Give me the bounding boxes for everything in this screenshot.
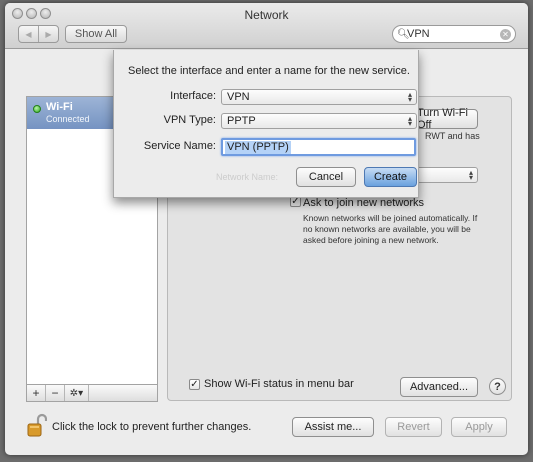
service-status: Connected — [46, 114, 90, 124]
ask-to-join-label: Ask to join new networks — [303, 197, 425, 209]
remove-service-button[interactable]: − — [46, 385, 65, 401]
show-status-label: Show Wi-Fi status in menu bar — [204, 378, 354, 390]
interface-label: Interface: — [170, 90, 216, 102]
search-field[interactable]: 🔍︎ ✕ — [392, 25, 516, 43]
vpn-type-label: VPN Type: — [163, 114, 216, 126]
popup-arrows-icon: ▴ ▾ — [407, 114, 412, 128]
vpn-type-value: PPTP — [227, 115, 256, 127]
window-title: Network — [244, 8, 289, 22]
create-button[interactable]: Create — [364, 167, 417, 187]
popup-arrows-icon: ▴ ▾ — [407, 90, 412, 104]
service-list-toolbar: + − ✲▾ — [26, 384, 158, 402]
back-forward-buttons: ◀ ▶ — [18, 25, 59, 43]
clear-search-icon[interactable]: ✕ — [500, 29, 511, 40]
assist-me-button[interactable]: Assist me... — [292, 417, 374, 437]
sheet-prompt: Select the interface and enter a name fo… — [128, 65, 410, 77]
new-service-sheet: Select the interface and enter a name fo… — [113, 50, 419, 198]
service-name: Wi-Fi — [46, 101, 73, 113]
help-button[interactable]: ? — [489, 378, 506, 395]
lock-icon[interactable] — [27, 413, 47, 437]
show-status-checkbox[interactable]: ✓ — [189, 379, 200, 390]
service-name-label: Service Name: — [143, 140, 216, 152]
status-text: RWT and has — [425, 131, 480, 141]
service-name-value: VPN (PPTP) — [225, 141, 291, 154]
search-input[interactable] — [407, 27, 497, 41]
advanced-button[interactable]: Advanced... — [400, 377, 478, 397]
cancel-button[interactable]: Cancel — [296, 167, 356, 187]
show-all-button[interactable]: Show All — [65, 25, 127, 43]
interface-select[interactable]: VPN ▴ ▾ — [221, 89, 417, 105]
service-name-input[interactable]: VPN (PPTP) — [221, 138, 416, 156]
back-arrow-icon[interactable]: ◀ — [19, 26, 38, 42]
forward-arrow-icon[interactable]: ▶ — [38, 26, 58, 42]
gear-menu-icon[interactable]: ✲▾ — [65, 385, 89, 401]
network-preferences-window: Network ◀ ▶ Show All 🔍︎ ✕ Turn Wi-Fi Off… — [5, 3, 528, 455]
turn-wifi-off-button[interactable]: Turn Wi-Fi Off — [416, 107, 478, 131]
title-bar: Network ◀ ▶ Show All 🔍︎ ✕ — [5, 3, 528, 49]
revert-button[interactable]: Revert — [385, 417, 442, 437]
connected-status-icon — [33, 105, 41, 113]
interface-value: VPN — [227, 91, 250, 103]
lock-message: Click the lock to prevent further change… — [52, 421, 252, 433]
ask-to-join-description: Known networks will be joined automatica… — [303, 213, 478, 245]
add-service-button[interactable]: + — [27, 385, 46, 401]
apply-button[interactable]: Apply — [451, 417, 507, 437]
network-name-ghost-label: Network Name: — [216, 172, 279, 182]
popup-arrows-icon: ▴ ▾ — [468, 168, 473, 182]
vpn-type-select[interactable]: PPTP ▴ ▾ — [221, 113, 417, 129]
